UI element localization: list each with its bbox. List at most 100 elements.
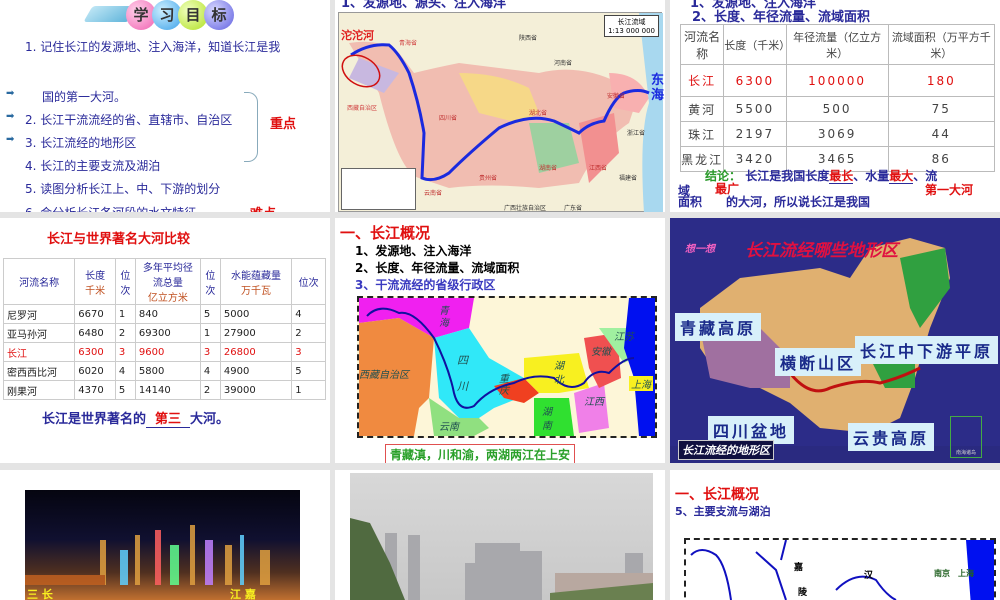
province-label: 贵州省: [479, 175, 498, 182]
slide-thumbnail-4[interactable]: 长江与世界著名大河比较 河流名称 长度千米 位次 多年平均径流总量 亿立方米 位次…: [0, 218, 330, 463]
yangtze-basin-map: 长江流域 1:13 000 000 沱沱河 东海 西藏自治区 青海省 四川省 湖…: [338, 12, 665, 212]
table-row: 黄河 5500 500 75: [679, 96, 996, 122]
landform-label: 云贵高原: [848, 423, 935, 451]
province-label: 上海: [629, 376, 653, 391]
cell: 75: [887, 96, 996, 122]
province-label: 青海: [439, 306, 449, 329]
cell: 珠江: [679, 121, 725, 147]
unit-text: 千米: [85, 285, 106, 297]
sentence-text: 长江是世界著名的: [42, 412, 147, 427]
title-char: 标: [204, 0, 234, 30]
outline-item: 1、发源地、注入海洋: [355, 244, 472, 258]
cell: 6300: [723, 64, 787, 97]
column-header: 年径流量（亿立方米）: [785, 24, 889, 65]
slide-heading: 1、发源地、源头、注入海洋: [341, 0, 507, 11]
unit-text: 万千瓦: [241, 285, 272, 297]
header-text: 位次: [298, 278, 319, 289]
province-label: 安徽省: [607, 93, 626, 100]
answer-blank: 第一大河: [925, 183, 974, 197]
photo-caption: 江 嘉: [230, 588, 256, 600]
slide-heading: 一、长江概况: [675, 487, 759, 503]
cell: 密西西比河: [2, 361, 76, 381]
province-label: 广西壮族自治区: [504, 205, 547, 212]
province-label: 福建省: [619, 175, 638, 182]
conclusion-text: 面积 的大河，所以说长江是我国: [678, 195, 871, 209]
province-label: 河南省: [554, 60, 573, 67]
cell: 39000: [219, 380, 293, 400]
cell: 2197: [723, 121, 787, 147]
mnemonic-box: 青藏滇，川和渝，两湖两江在上安: [385, 444, 576, 463]
slide-thumbnail-9[interactable]: 一、长江概况 5、主要支流与湖泊 嘉 陵 汉 南京 上海: [670, 470, 1000, 600]
answer-blank: 最大: [889, 169, 914, 184]
slide-thumbnail-7[interactable]: 三 长 江 嘉: [0, 470, 330, 600]
map-scale: 1:13 000 000: [608, 27, 655, 35]
answer-blank: 最长: [829, 169, 854, 184]
cell: 1: [114, 304, 136, 324]
column-header: 流域面积（万平方千米）: [887, 24, 996, 65]
column-header: 多年平均径流总量 亿立方米: [134, 258, 201, 305]
cell: 6670: [74, 304, 116, 324]
cell: 6020: [74, 361, 116, 381]
slide-title: 长江与世界著名大河比较: [47, 232, 191, 247]
conclusion: 结论： 长江是我国长度最长、水量最大、流: [705, 167, 937, 184]
cell: 180: [887, 64, 996, 97]
province-label: 安徽: [591, 347, 611, 358]
cell: 亚马孙河: [2, 323, 76, 343]
province-label: 湖南: [542, 407, 552, 432]
table-row: 长江 6300 100000 180: [679, 64, 996, 97]
cell: 9600: [134, 342, 201, 362]
cell: 5: [291, 361, 326, 381]
cell: 100000: [785, 64, 889, 97]
provinces-map: 青海 西藏自治区 四川 重庆 湖北 湖南 江西 安徽 江苏 上海 云南: [357, 296, 657, 438]
cell: 3069: [785, 121, 889, 147]
province-label: 云南: [439, 422, 459, 433]
column-header: 长度（千米）: [723, 24, 790, 65]
south-china-sea-inset: 南海诸岛: [950, 416, 982, 458]
cell: 5: [114, 380, 136, 400]
table-header-row: 河流名称 长度 千米 位次 多年平均径流总量 亿立方米 位次 水能蕴藏量 万千瓦 位次: [2, 258, 326, 305]
slide-thumbnail-2[interactable]: 1、发源地、源头、注入海洋 长江流域 1:13 000 000 沱沱河 东海 西…: [335, 0, 665, 212]
column-header: 河流名称: [2, 258, 76, 305]
header-text: 长度: [85, 270, 106, 282]
cell: 26800: [219, 342, 293, 362]
cell: 刚果河: [2, 380, 76, 400]
column-header: 长度 千米: [74, 258, 116, 305]
cell: 1: [199, 323, 221, 343]
tributaries-map: 嘉 陵 汉 南京 上海: [684, 538, 996, 600]
map-title: 长江流域: [617, 18, 646, 26]
table-row: 珠江 2197 3069 44: [679, 121, 996, 147]
cell: 4: [291, 304, 326, 324]
slide-thumbnail-3[interactable]: 1、发源地、注入海洋 2、长度、年径流量、流域面积 河流名称 长度（千米） 年径…: [670, 0, 1000, 212]
answer-blank: 第三: [146, 408, 191, 428]
slide-thumbnail-1[interactable]: 学习目标 1. 记住长江的发源地、注入海洋，知道长江是我 ➡ 国的第一大河。 ➡…: [0, 0, 330, 212]
goal-item: 国的第一大河。: [42, 90, 127, 104]
header-text: 河流名称: [19, 278, 60, 289]
province-label: 湖北省: [529, 110, 548, 117]
conclusion-text: 、水量: [853, 169, 890, 183]
goal-item: 5. 读图分析长江上、中、下游的划分: [25, 182, 221, 196]
landform-label: 青藏高原: [675, 313, 762, 341]
map-label: 汉: [864, 571, 874, 581]
province-label: 湖北: [554, 361, 564, 386]
outline-item: 3、干流流经的省级行政区: [355, 278, 496, 292]
slide-thumbnail-8[interactable]: [335, 470, 665, 600]
header-text: 位次: [120, 270, 131, 297]
cell: 1: [291, 380, 326, 400]
sea-label: 东海: [651, 73, 665, 103]
table-header-row: 河流名称 长度（千米） 年径流量（亿立方米） 流域面积（万平方千米）: [679, 24, 996, 65]
cell: 长江: [679, 64, 725, 97]
map-label: 嘉: [794, 563, 804, 573]
province-label: 四川: [457, 354, 468, 393]
header-text: 位次: [205, 270, 216, 297]
source-label: 沱沱河: [341, 29, 374, 42]
province-label: 江西: [584, 397, 604, 408]
cell: 2: [291, 323, 326, 343]
arrow-right-icon: ➡: [6, 88, 15, 99]
province-label: 湖南省: [539, 165, 558, 172]
slide-thumbnail-5[interactable]: 一、长江概况 1、发源地、注入海洋 2、长度、年径流量、流域面积 3、干流流经的…: [335, 218, 665, 463]
cell: 4: [199, 361, 221, 381]
cell: 44: [887, 121, 996, 147]
cell: 500: [785, 96, 889, 122]
slide-thumbnail-6[interactable]: 想一想 长江流经哪些地形区 青藏高原 横断山区 长江中下游平原 四川盆地 云贵高…: [670, 218, 1000, 463]
slide-heading: 一、长江概况: [340, 224, 431, 242]
